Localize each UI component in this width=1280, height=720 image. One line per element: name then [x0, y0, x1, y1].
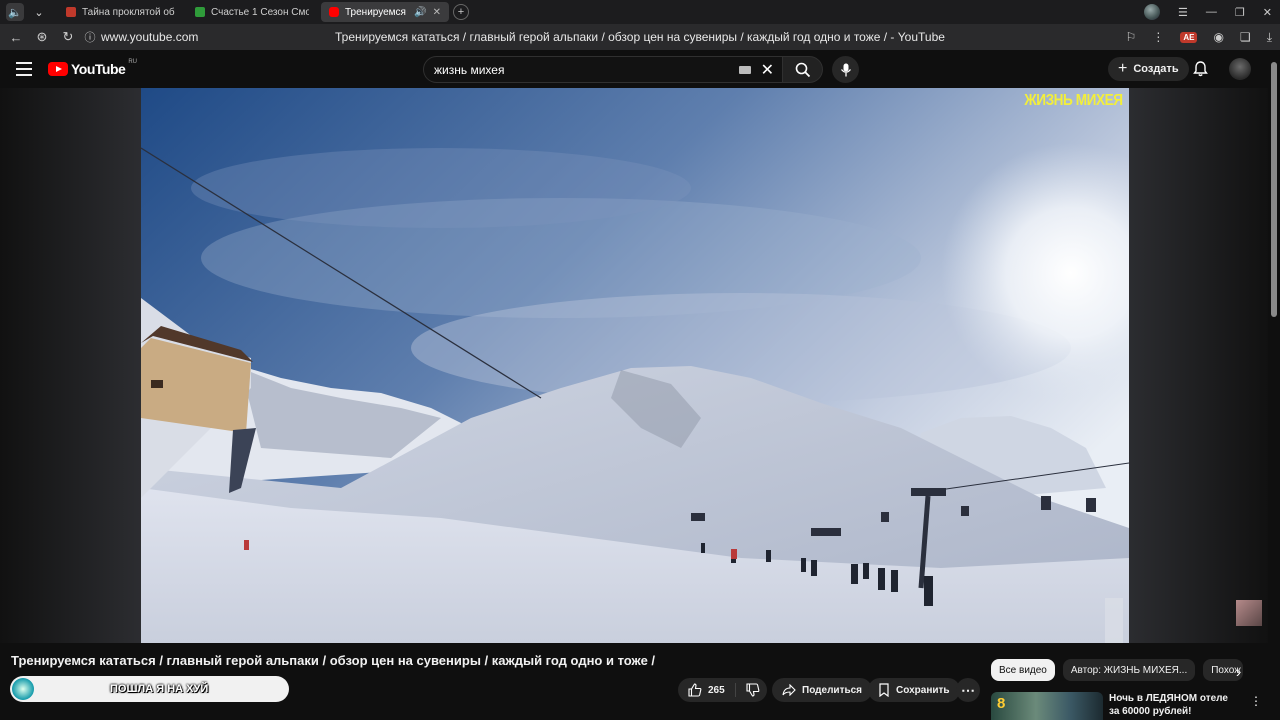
url-field[interactable]: www.youtube.com [101, 30, 321, 44]
protect-icon[interactable]: ⊛ [29, 29, 55, 45]
recommended-title[interactable]: Ночь в ЛЕДЯНОМ отеле за 60000 рублей! [1109, 692, 1239, 720]
audio-playing-icon[interactable]: 🔊 [414, 7, 426, 18]
download-icon[interactable]: ⤓ [1267, 30, 1272, 45]
bookmark-icon [879, 683, 889, 697]
restore-icon[interactable]: ❐ [1235, 6, 1245, 19]
like-button[interactable]: 265 [678, 683, 736, 697]
youtube-favicon-icon [329, 7, 339, 17]
plus-icon: + [1118, 60, 1128, 77]
more-actions-button[interactable]: ⋯ [956, 678, 980, 702]
save-button[interactable]: Сохранить [868, 678, 960, 702]
search-button[interactable] [783, 56, 823, 83]
tab-title: Счастье 1 Сезон Смотре [211, 6, 309, 18]
extension-badge[interactable]: AE [1180, 31, 1198, 43]
search-input[interactable]: жизнь михея [434, 63, 739, 77]
notifications-bell-icon[interactable] [1193, 61, 1208, 77]
tab-favicon-icon [195, 7, 205, 17]
more-horizontal-icon: ⋯ [961, 681, 975, 698]
logo-text: YouTube [71, 61, 126, 77]
recommended-video[interactable]: 8 Ночь в ЛЕДЯНОМ отеле за 60000 рублей! [991, 692, 1261, 720]
channel-avatar[interactable] [12, 678, 34, 700]
address-bar: ← ⊛ ↻ ⓘ www.youtube.com Тренируемся ката… [0, 24, 1280, 50]
youtube-header: YouTube RU жизнь михея ✕ + Создать [0, 50, 1280, 88]
tab-favicon-icon [66, 7, 76, 17]
region-label: RU [128, 59, 137, 65]
end-screen-thumbnail[interactable] [1236, 600, 1262, 626]
window-controls: ☰ — ❐ ✕ [1144, 0, 1272, 24]
tab-list-chevron-icon[interactable]: ⌄ [30, 3, 48, 21]
search-icon [795, 62, 810, 77]
share-arrow-icon [782, 684, 796, 696]
new-tab-button[interactable]: + [453, 4, 469, 20]
video-player[interactable]: ЖИЗНЬ МИХЕЯ [0, 88, 1268, 643]
clear-search-icon[interactable]: ✕ [761, 60, 774, 80]
thumbs-up-icon [688, 683, 702, 697]
collections-icon[interactable]: ❏ [1240, 30, 1251, 44]
overlay-caption: ПОШЛА Я НА ХУЙ [110, 683, 209, 695]
search-box[interactable]: жизнь михея ✕ [423, 56, 783, 83]
microphone-icon [840, 63, 851, 76]
account-avatar[interactable] [1229, 58, 1251, 80]
thumbs-down-icon [746, 683, 760, 697]
scrollbar-thumb[interactable] [1271, 62, 1277, 317]
like-count: 265 [708, 684, 725, 696]
dislike-button[interactable] [736, 683, 760, 697]
like-dislike-group: 265 [678, 678, 767, 702]
browser-tab-1[interactable]: Тайна проклятой обител [58, 2, 183, 22]
youtube-play-icon [48, 62, 68, 76]
chip-from-author[interactable]: Автор: ЖИЗНЬ МИХЕЯ... [1062, 659, 1196, 681]
create-label: Создать [1133, 63, 1179, 75]
keyboard-icon[interactable] [738, 65, 751, 74]
browser-tab-strip: 🔈 ⌄ Тайна проклятой обител Счастье 1 Сез… [0, 0, 1280, 24]
video-frame[interactable]: ЖИЗНЬ МИХЕЯ [141, 88, 1129, 643]
menu-icon[interactable]: ☰ [1178, 6, 1188, 19]
create-button[interactable]: + Создать [1108, 57, 1189, 81]
chip-all-videos[interactable]: Все видео [991, 659, 1055, 681]
save-label: Сохранить [896, 684, 950, 696]
media-icon[interactable]: ◉ [1213, 30, 1223, 44]
page-scrollbar[interactable] [1268, 50, 1280, 720]
channel-watermark: ЖИЗНЬ МИХЕЯ [1024, 92, 1124, 109]
minimize-icon[interactable]: — [1206, 6, 1217, 18]
browser-tab-2[interactable]: Счастье 1 Сезон Смотре [187, 2, 317, 22]
speaker-icon[interactable]: 🔈 [6, 3, 24, 21]
voice-search-button[interactable] [832, 56, 859, 83]
site-info-icon[interactable]: ⓘ [81, 29, 99, 45]
browser-tab-active[interactable]: Тренируемся катат 🔊 ✕ [321, 2, 449, 22]
chevron-right-icon[interactable]: › [1236, 664, 1241, 680]
address-bar-actions: ⚐ ⋮ AE ◉ ❏ ⤓ [1126, 24, 1272, 50]
reload-icon[interactable]: ↻ [55, 29, 81, 45]
youtube-logo[interactable]: YouTube RU [48, 59, 137, 77]
profile-avatar[interactable] [1144, 4, 1161, 20]
page-title: Тренируемся кататься / главный герой аль… [335, 30, 945, 44]
close-tab-icon[interactable]: ✕ [433, 7, 441, 18]
share-label: Поделиться [802, 684, 863, 696]
thumbnail-number: 8 [997, 695, 1006, 712]
close-window-icon[interactable]: ✕ [1263, 6, 1272, 19]
menu-icon[interactable] [16, 62, 32, 76]
video-title: Тренируемся кататься / главный герой аль… [11, 653, 656, 668]
related-filter-chips: Все видео Автор: ЖИЗНЬ МИХЕЯ... Похож [991, 659, 1244, 681]
tab-title: Тренируемся катат [345, 6, 408, 18]
bookmark-icon[interactable]: ⚐ [1126, 30, 1137, 44]
recommended-thumbnail[interactable]: 8 [991, 692, 1103, 720]
more-vertical-icon[interactable]: ⋮ [1250, 694, 1262, 708]
channel-row[interactable]: ПОШЛА Я НА ХУЙ [10, 676, 289, 702]
tab-title: Тайна проклятой обител [82, 6, 175, 18]
back-icon[interactable]: ← [3, 30, 29, 45]
ski-slope-scene-image [141, 88, 1129, 643]
share-button[interactable]: Поделиться [772, 678, 873, 702]
more-icon[interactable]: ⋮ [1152, 30, 1164, 44]
